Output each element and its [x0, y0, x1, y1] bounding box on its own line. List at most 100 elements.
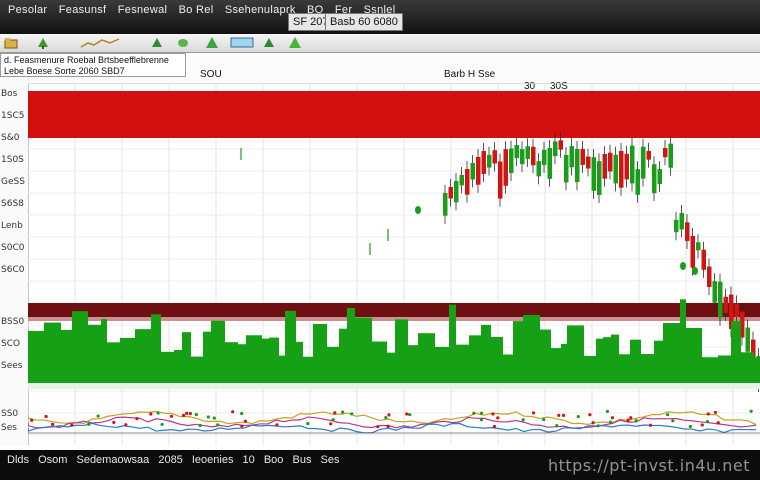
volume-bar: [630, 339, 641, 388]
indicator-dot: [591, 421, 595, 425]
candle-body: [569, 146, 574, 168]
indicator-dot: [387, 413, 391, 417]
indicator-dot: [700, 423, 704, 427]
indicator-dot: [555, 424, 559, 428]
axis-tick-label: BSS0: [1, 317, 25, 327]
axis-tick-label: S&0: [1, 133, 20, 143]
volume-bar: [680, 299, 686, 388]
axis-tick-label: S0C0: [1, 243, 25, 253]
volume-bar: [61, 329, 72, 388]
candle-body: [602, 154, 607, 179]
indicator-dot: [194, 413, 198, 417]
title-bar: Pesolar Feasunsf Fesnewal Bo Rel Ssehenu…: [0, 0, 760, 34]
candle-body: [465, 169, 470, 195]
tree-icon[interactable]: [262, 37, 276, 49]
menu-item[interactable]: Pesolar: [4, 4, 51, 16]
volume-bar: [101, 319, 107, 388]
indicator-dot: [240, 424, 244, 428]
indicator-dot: [331, 418, 335, 422]
indicator-dot: [169, 414, 174, 418]
volume-bar: [435, 346, 449, 388]
indicator-dot: [206, 415, 210, 419]
candle-body: [520, 149, 525, 165]
candle-body: [547, 148, 552, 179]
candle-body: [630, 145, 635, 184]
indicator-dot: [384, 415, 388, 420]
folder-icon[interactable]: [4, 37, 18, 49]
menu-item[interactable]: Bo Rel: [175, 4, 218, 16]
indicator-dot: [124, 423, 128, 427]
status-item: Ses: [320, 454, 340, 466]
candle-dot: [692, 267, 698, 275]
volume-bar: [641, 354, 654, 388]
tree-icon[interactable]: [150, 37, 164, 49]
indicator-dot: [386, 424, 390, 428]
watermark-text: https://pt-invst.in4u.net: [547, 456, 750, 475]
volume-bar: [135, 329, 151, 388]
candle-body: [619, 151, 624, 188]
volume-bar: [285, 310, 296, 388]
candle-body: [586, 156, 591, 169]
support-band-shadow: [28, 317, 760, 321]
indicator-dot: [156, 411, 160, 415]
candle-body: [558, 140, 563, 150]
indicator-dot: [212, 416, 216, 420]
volume-bar: [503, 354, 513, 388]
volume-bar: [327, 346, 339, 388]
candle-body: [492, 150, 497, 164]
indicator-dot: [96, 414, 100, 418]
axis-tick-label: SS0: [1, 409, 19, 419]
menu-item[interactable]: Feasunsf: [55, 4, 111, 16]
volume-bar: [339, 328, 347, 388]
indicator-dot: [87, 422, 91, 426]
volume-bar: [523, 315, 540, 388]
volume-bar: [561, 343, 567, 388]
leaf-icon[interactable]: [288, 37, 302, 49]
price-chart[interactable]: [28, 83, 760, 445]
volume-bar: [296, 341, 303, 388]
indicator-dot: [329, 422, 333, 426]
leaf-icon[interactable]: [176, 37, 190, 49]
indicator-dot: [629, 416, 633, 420]
indicator-dot: [596, 424, 600, 428]
indicator-dot: [231, 410, 235, 414]
candle-body: [641, 146, 646, 179]
indicator-dot: [240, 411, 244, 416]
indicator-dot: [135, 417, 139, 421]
axis-tick-label: Sees: [1, 361, 23, 371]
volume-bar: [44, 322, 61, 388]
status-item: 2085: [158, 454, 183, 466]
volume-bar: [731, 321, 741, 388]
volume-bar: [686, 327, 702, 388]
chart-icon[interactable]: [80, 37, 120, 49]
volume-bar: [449, 304, 456, 388]
monitor-icon[interactable]: [230, 37, 254, 49]
axis-tick-label: SCO: [1, 339, 21, 349]
indicator-dot: [605, 409, 610, 413]
candle-body: [723, 296, 728, 313]
volume-bar: [313, 323, 327, 388]
resistance-band: [28, 91, 760, 138]
indicator-dot: [333, 411, 337, 415]
volume-bar: [408, 345, 418, 388]
indicator-dot: [405, 412, 409, 416]
candle-body: [657, 169, 662, 184]
candle-body: [575, 148, 580, 183]
indicator-dot: [216, 423, 220, 427]
tree-icon[interactable]: [205, 37, 219, 49]
volume-bar: [211, 320, 225, 388]
volume-bar: [513, 321, 523, 388]
volume-bar: [741, 352, 754, 388]
volume-bar: [28, 330, 44, 388]
candle-body: [646, 150, 651, 160]
menu-item[interactable]: Fesnewal: [114, 4, 171, 16]
volume-bar: [355, 317, 372, 388]
candle-body: [448, 187, 453, 199]
chart-header: d. Feasmenure Roebal Brtsbeefflebrenne L…: [0, 53, 760, 92]
indicator-dot: [44, 414, 48, 419]
tree-icon[interactable]: [36, 37, 50, 49]
indicator-dot: [408, 412, 412, 417]
indicator-dot: [542, 417, 546, 422]
price-field[interactable]: Basb 60 6080: [325, 13, 403, 31]
axis-tick-label: S6C0: [1, 265, 25, 275]
